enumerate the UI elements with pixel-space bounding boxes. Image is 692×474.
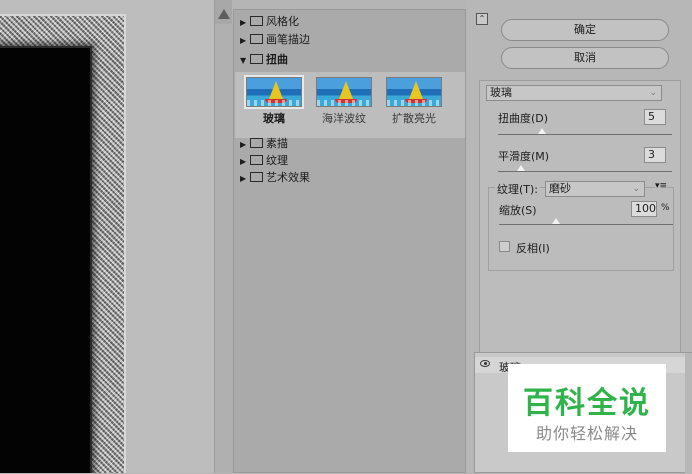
- texture-select[interactable]: 磨砂 ⌄: [545, 181, 645, 197]
- thumbnail-area: 玻璃 海洋波纹 扩散亮光: [235, 72, 465, 138]
- distortion-input[interactable]: 5: [644, 109, 666, 125]
- folder-label: 艺术效果: [266, 171, 310, 184]
- ok-button[interactable]: 确定: [501, 19, 669, 41]
- expand-arrow-icon: ▶: [240, 157, 247, 166]
- invert-checkbox[interactable]: [499, 241, 510, 252]
- double-chevron-icon[interactable]: ⌃: [476, 13, 488, 25]
- scaling-slider-knob[interactable]: [552, 218, 561, 224]
- folder-sketch[interactable]: ▶ 素描: [240, 137, 288, 150]
- scaling-slider-track[interactable]: [499, 224, 673, 225]
- expand-arrow-icon: ▶: [240, 18, 247, 27]
- preview-scrollbar[interactable]: [214, 0, 233, 473]
- thumbnail-label: 海洋波纹: [322, 112, 366, 125]
- chevron-down-icon: ⌄: [632, 184, 640, 194]
- collapse-arrow-icon: ▼: [240, 56, 247, 65]
- thumbnail-glass[interactable]: [244, 75, 304, 109]
- smoothness-slider-knob[interactable]: [516, 165, 525, 171]
- texture-select-value: 磨砂: [549, 182, 571, 195]
- preview-image-dark-area: [0, 48, 90, 473]
- chevron-down-icon: ⌄: [649, 88, 657, 98]
- filter-options-panel: 玻璃 ⌄ 扭曲度(D) 5 平滑度(M) 3 纹理(T): 磨砂 ⌄ ▾≡ 缩放…: [479, 80, 681, 376]
- scrollbar-track[interactable]: [215, 24, 233, 473]
- folder-label: 扭曲: [266, 53, 288, 66]
- thumbnail-diffuse-glow[interactable]: [386, 77, 442, 107]
- open-folder-icon: [250, 54, 263, 64]
- folder-label: 素描: [266, 137, 288, 150]
- filter-gallery: ▶ 风格化 ▶ 画笔描边 ▼ 扭曲 玻璃 海洋波纹 扩散亮光 ▶ 素描 ▶ 纹理 ▶: [233, 9, 466, 473]
- distortion-slider-knob[interactable]: [537, 128, 546, 134]
- thumbnail-label: 玻璃: [263, 112, 285, 125]
- folder-label: 纹理: [266, 154, 288, 167]
- texture-label: 纹理(T):: [495, 181, 541, 197]
- wave-pattern: [247, 100, 301, 106]
- watermark-subtitle: 助你轻松解决: [535, 424, 638, 443]
- smoothness-input[interactable]: 3: [644, 147, 666, 163]
- sailboat-sail: [339, 81, 353, 99]
- folder-icon: [250, 16, 263, 26]
- thumbnail-ocean-ripple[interactable]: [316, 77, 372, 107]
- folder-label: 画笔描边: [266, 33, 310, 46]
- folder-icon: [250, 172, 263, 182]
- folder-brush-strokes[interactable]: ▶ 画笔描边: [240, 33, 310, 46]
- folder-label: 风格化: [266, 15, 299, 28]
- expand-arrow-icon: ▶: [240, 140, 247, 149]
- scaling-input[interactable]: 100: [631, 201, 657, 217]
- preview-canvas[interactable]: [0, 0, 214, 473]
- folder-distort[interactable]: ▼ 扭曲: [240, 53, 288, 66]
- filter-select[interactable]: 玻璃 ⌄: [486, 85, 662, 101]
- invert-label: 反相(I): [516, 242, 550, 255]
- expand-arrow-icon: ▶: [240, 36, 247, 45]
- sailboat-sail: [409, 81, 423, 99]
- expand-arrow-icon: ▶: [240, 174, 247, 183]
- panel-menu-icon[interactable]: ▾≡: [655, 181, 668, 191]
- distortion-slider-track[interactable]: [498, 134, 672, 135]
- folder-icon: [250, 138, 263, 148]
- scaling-label: 缩放(S): [499, 204, 537, 217]
- wave-pattern: [387, 100, 441, 106]
- smoothness-label: 平滑度(M): [498, 150, 550, 163]
- sailboat-sail: [269, 81, 283, 99]
- thumbnail-label: 扩散亮光: [392, 112, 436, 125]
- scaling-unit: %: [661, 203, 670, 213]
- folder-stylize[interactable]: ▶ 风格化: [240, 15, 299, 28]
- watermark-title: 百科全说: [523, 386, 651, 421]
- eye-icon[interactable]: [480, 360, 490, 367]
- smoothness-slider-track[interactable]: [498, 171, 672, 172]
- texture-group: 纹理(T): 磨砂 ⌄ ▾≡ 缩放(S) 100 % 反相(I): [488, 181, 674, 271]
- filter-select-value: 玻璃: [490, 86, 512, 99]
- folder-icon: [250, 34, 263, 44]
- folder-icon: [250, 155, 263, 165]
- cancel-button[interactable]: 取消: [501, 47, 669, 69]
- watermark-logo: 百科全说 助你轻松解决: [508, 364, 666, 452]
- folder-texture[interactable]: ▶ 纹理: [240, 154, 288, 167]
- layers-scrollbar[interactable]: [685, 353, 692, 474]
- wave-pattern: [317, 100, 371, 106]
- scroll-up-arrow-icon[interactable]: [218, 9, 230, 19]
- folder-artistic[interactable]: ▶ 艺术效果: [240, 171, 310, 184]
- distortion-label: 扭曲度(D): [498, 112, 549, 125]
